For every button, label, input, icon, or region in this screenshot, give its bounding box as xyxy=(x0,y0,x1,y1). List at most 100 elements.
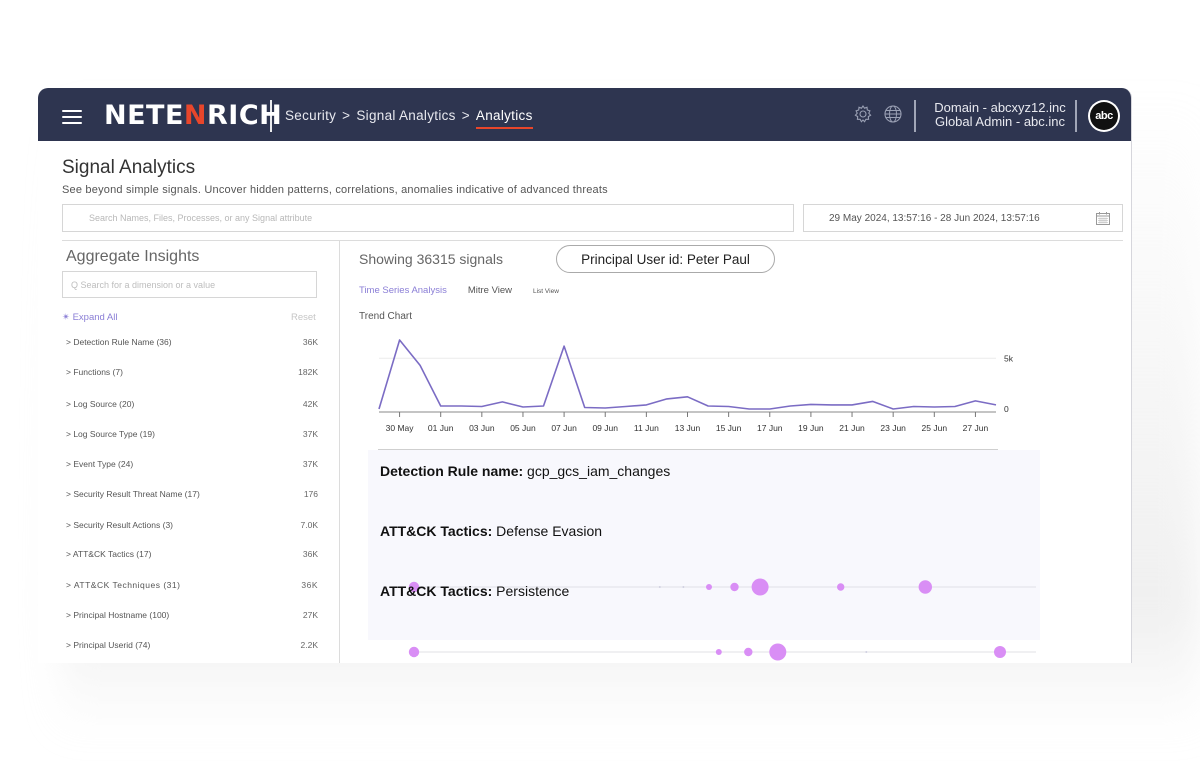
dimension-item[interactable]: > Log Source (20) 42K xyxy=(66,399,318,409)
reset-button[interactable]: Reset xyxy=(291,312,316,323)
tab-mitre-view[interactable]: Mitre View xyxy=(468,285,512,296)
view-tabs: Time Series Analysis Mitre View List Vie… xyxy=(359,285,559,296)
hamburger-menu-icon[interactable] xyxy=(62,110,82,124)
signal-count: Showing 36315 signals xyxy=(359,251,503,267)
dimension-count: 37K xyxy=(302,459,318,469)
bubble-row-key: Detection Rule name: xyxy=(380,463,524,479)
bubble-row-title: ATT&CK Tactics: Persistence xyxy=(380,583,569,599)
bubble[interactable] xyxy=(769,643,787,661)
bubble-row-value: Persistence xyxy=(496,583,570,599)
x-tick-label: 17 Jun xyxy=(757,423,783,433)
breadcrumb-separator: > xyxy=(342,108,351,123)
x-tick-label: 07 Jun xyxy=(551,423,577,433)
bubble-panel: Detection Rule name: gcp_gcs_iam_changes… xyxy=(368,450,1040,661)
bubble[interactable] xyxy=(715,649,722,655)
x-tick-label: 15 Jun xyxy=(716,423,742,433)
dimension-label: > Log Source Type (19) xyxy=(66,429,155,439)
trend-chart: 0 5k 30 May 01 Jun 03 Jun 05 Jun 07 Jun 09 Jun 1… xyxy=(378,339,1014,433)
dimension-count: 36K xyxy=(302,337,318,347)
bubble[interactable] xyxy=(865,651,868,653)
x-tick-label: 27 Jun xyxy=(963,423,989,433)
bubble-row-key: ATT&CK Tactics: xyxy=(380,583,493,599)
bubble[interactable] xyxy=(682,586,685,588)
dimension-search-input[interactable] xyxy=(62,271,317,298)
topbar-divider xyxy=(914,100,916,132)
y-tick-label: 0 xyxy=(1004,404,1009,414)
user-avatar[interactable]: abc xyxy=(1088,100,1120,132)
dimension-item[interactable]: > Detection Rule Name (36) 36K xyxy=(66,337,318,347)
dimension-label: > Security Result Actions (3) xyxy=(66,520,174,530)
dimension-label: > ATT&CK Techniques (31) xyxy=(66,580,181,590)
breadcrumb-security[interactable]: Security xyxy=(285,108,336,123)
gear-icon[interactable] xyxy=(853,104,873,124)
breadcrumb-separator: > xyxy=(461,108,470,123)
dimension-count: 36K xyxy=(301,580,318,590)
dimension-count: 7.0K xyxy=(300,520,319,530)
x-tick-label: 09 Jun xyxy=(592,423,618,433)
tab-time-series-analysis[interactable]: Time Series Analysis xyxy=(359,285,447,296)
bubble[interactable] xyxy=(744,647,753,657)
dimension-label: > Detection Rule Name (36) xyxy=(66,337,172,347)
dimension-item[interactable]: > Functions (7) 182K xyxy=(66,367,318,377)
bubble-row-title: Detection Rule name: gcp_gcs_iam_changes xyxy=(380,463,670,479)
dimension-label: > ATT&CK Tactics (17) xyxy=(66,549,152,559)
topbar-divider xyxy=(270,100,272,132)
filter-pill[interactable]: Principal User id: Peter Paul xyxy=(556,245,775,273)
bubble-row-chart: 152 xyxy=(408,643,1036,661)
bubble-row-value: Defense Evasion xyxy=(496,523,603,539)
dimension-item[interactable]: > ATT&CK Tactics (17) 36K xyxy=(66,549,318,559)
date-range-picker[interactable]: 29 May 2024, 13:57:16 - 28 Jun 2024, 13:… xyxy=(803,204,1123,232)
netenrich-logo[interactable]: NETENRICH xyxy=(104,102,282,130)
dimension-label: > Log Source (20) xyxy=(66,399,135,409)
expand-all-button[interactable]: ✴ Expand All xyxy=(62,312,118,323)
dimension-item[interactable]: > Principal Userid (74) 2.2K xyxy=(66,640,318,650)
dimension-count: 36K xyxy=(302,549,318,559)
breadcrumb-analytics[interactable]: Analytics xyxy=(475,108,533,129)
dimension-label: > Functions (7) xyxy=(66,367,123,377)
bubble[interactable] xyxy=(706,584,712,590)
bubble[interactable] xyxy=(751,578,769,596)
bubble-row-value: gcp_gcs_iam_changes xyxy=(527,463,671,479)
x-tick-label: 01 Jun xyxy=(428,423,454,433)
dimension-count: 176 xyxy=(303,489,318,499)
x-tick-label: 30 May xyxy=(386,423,415,433)
signal-search-input[interactable] xyxy=(62,204,794,232)
x-tick-label: 21 Jun xyxy=(839,423,865,433)
dimension-label: > Principal Hostname (100) xyxy=(66,610,170,620)
aggregate-insights-title: Aggregate Insights xyxy=(66,248,200,265)
topbar-divider xyxy=(1075,100,1077,132)
bubble[interactable] xyxy=(730,582,739,592)
dimension-count: 182K xyxy=(298,367,318,377)
page-title: Signal Analytics xyxy=(62,157,196,178)
globe-icon[interactable] xyxy=(883,104,903,124)
dimension-item[interactable]: > Event Type (24) 37K xyxy=(66,459,318,469)
app-window: NETENRICH Security > Signal Analytics > … xyxy=(38,88,1132,663)
trend-chart-label: Trend Chart xyxy=(359,311,412,322)
bubble[interactable] xyxy=(837,583,845,591)
admin-label: Global Admin - abc.inc xyxy=(934,114,1066,129)
dimension-count: 37K xyxy=(302,429,318,439)
breadcrumb: Security > Signal Analytics > Analytics xyxy=(285,108,533,129)
dimension-item[interactable]: > ATT&CK Techniques (31) 36K xyxy=(66,580,318,590)
domain-info[interactable]: Domain - abcxyz12.inc Global Admin - abc… xyxy=(925,101,1075,129)
dimension-item[interactable]: > Security Result Actions (3) 7.0K xyxy=(66,520,318,530)
bubble[interactable] xyxy=(658,586,661,588)
dimension-count: 27K xyxy=(302,610,318,620)
dimension-item[interactable]: > Principal Hostname (100) 27K xyxy=(66,610,318,620)
breadcrumb-signal-analytics[interactable]: Signal Analytics xyxy=(356,108,455,123)
panel-divider xyxy=(339,241,340,663)
calendar-icon[interactable] xyxy=(1096,212,1110,225)
logo-accent-letter: N xyxy=(183,100,208,131)
bubble[interactable] xyxy=(994,646,1006,658)
bubble-row-key: ATT&CK Tactics: xyxy=(380,523,493,539)
dimension-item[interactable]: > Log Source Type (19) 37K xyxy=(66,429,318,439)
x-tick-label: 03 Jun xyxy=(469,423,495,433)
x-tick-label: 19 Jun xyxy=(798,423,824,433)
dimension-label: > Event Type (24) xyxy=(66,459,134,469)
tab-list-view[interactable]: List View xyxy=(533,288,559,295)
bubble[interactable] xyxy=(918,580,932,594)
bubble[interactable] xyxy=(408,646,420,658)
dimension-count: 42K xyxy=(302,399,318,409)
dimension-item[interactable]: > Security Result Threat Name (17) 176 xyxy=(66,489,318,499)
logo-text-left: NETE xyxy=(104,100,184,131)
